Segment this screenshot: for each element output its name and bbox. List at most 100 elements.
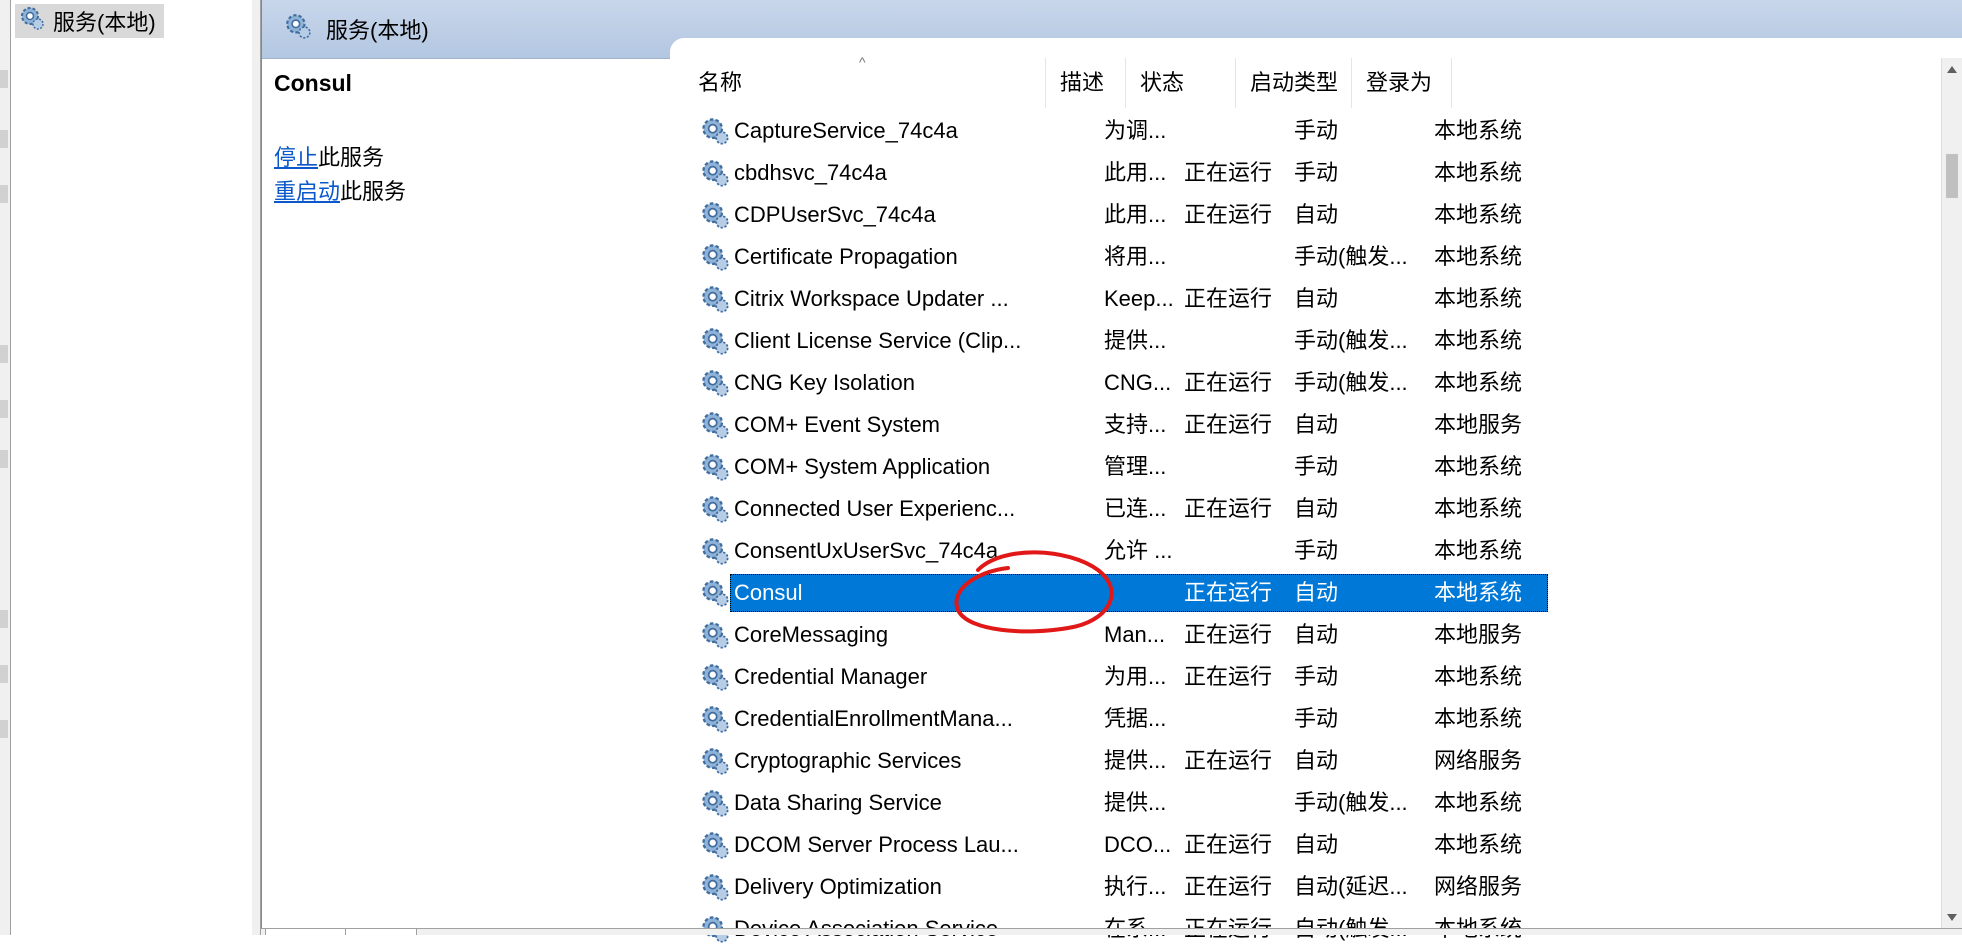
cell-description: 为调...: [1104, 118, 1167, 143]
cell-logon-as: 本地系统: [1434, 580, 1523, 605]
selected-service-title: Consul: [274, 70, 352, 96]
cell-description: 凭据...: [1104, 706, 1167, 731]
cell-status: 正在运行: [1184, 622, 1273, 647]
cell-startup-type: 自动: [1294, 622, 1339, 647]
cell-description: CNG...: [1104, 370, 1172, 395]
cell-description: 为用...: [1104, 664, 1167, 689]
scroll-up-icon[interactable]: [1947, 66, 1957, 73]
cell-logon-as: 本地系统: [1434, 706, 1523, 731]
cell-name: COM+ System Application: [734, 454, 991, 479]
table-row[interactable]: CredentialEnrollmentMana... 凭据... 手动 本地系统: [684, 698, 1548, 740]
restart-service-suffix: 此服务: [340, 179, 407, 204]
cell-name: COM+ Event System: [734, 412, 941, 437]
tree-item-label: 服务(本地): [53, 10, 156, 35]
cell-description: 执行...: [1104, 874, 1167, 899]
cell-status: [1184, 236, 1294, 278]
table-row[interactable]: CNG Key Isolation CNG... 正在运行 手动(触发... 本地系统: [684, 362, 1548, 404]
column-header-logon-as[interactable]: 登录为: [1352, 58, 1452, 108]
cell-status: 正在运行: [1184, 286, 1273, 311]
table-row[interactable]: Citrix Workspace Updater ... Keep... 正在运行自…: [684, 278, 1548, 320]
gear-icon: [700, 326, 730, 362]
gear-icon: [700, 158, 730, 194]
gear-icon: [700, 620, 730, 656]
table-row[interactable]: cbdhsvc_74c4a 此用... 正在运行 手动 本地系统: [684, 152, 1548, 194]
table-row[interactable]: CaptureService_74c4a 为调... 手动 本地系统: [684, 110, 1548, 152]
column-header-status[interactable]: 状态: [1126, 58, 1236, 108]
gear-icon: [700, 200, 730, 236]
table-row[interactable]: COM+ Event System 支持... 正在运行 自动 本地服务: [684, 404, 1548, 446]
cell-status: [1184, 698, 1294, 740]
services-list: ^ 名称 描述 状态 启动类型 登录为 CaptureService_74c4a…: [684, 54, 1548, 950]
tab-standard[interactable]: [345, 928, 417, 935]
cell-startup-type: 手动: [1294, 454, 1339, 479]
tab-extended[interactable]: [265, 928, 347, 935]
stop-service-link[interactable]: 停止: [274, 145, 318, 170]
stop-service-suffix: 此服务: [318, 145, 385, 170]
table-row[interactable]: DCOM Server Process Lau... DCO... 正在运行 自动 本地…: [684, 824, 1548, 866]
cell-logon-as: 本地系统: [1434, 202, 1523, 227]
cell-logon-as: 本地系统: [1434, 328, 1523, 353]
cell-name: Cryptographic Services: [734, 748, 962, 773]
column-header-startup-type[interactable]: 启动类型: [1236, 58, 1352, 108]
cell-logon-as: 本地系统: [1434, 664, 1523, 689]
restart-service-action: 重启动此服务: [274, 175, 664, 209]
cell-logon-as: 本地系统: [1434, 538, 1523, 563]
restart-service-link[interactable]: 重启动: [274, 179, 340, 204]
gear-icon: [700, 368, 730, 404]
cell-description: 将用...: [1104, 244, 1167, 269]
cell-startup-type: 自动: [1294, 412, 1339, 437]
cell-logon-as: 本地系统: [1434, 454, 1523, 479]
cell-description: 支持...: [1104, 412, 1167, 437]
cell-description: Keep...: [1104, 286, 1174, 311]
cell-status: [1184, 446, 1294, 488]
gear-icon: [700, 116, 730, 152]
cell-description: 已连...: [1104, 496, 1167, 521]
cell-description: 此用...: [1104, 160, 1167, 185]
table-row[interactable]: Connected User Experienc... 已连... 正在运行 自动 本地…: [684, 488, 1548, 530]
cell-logon-as: 本地系统: [1434, 286, 1523, 311]
scroll-down-icon[interactable]: [1947, 914, 1957, 921]
pane-splitter[interactable]: [252, 0, 261, 935]
table-row[interactable]: Data Sharing Service 提供... 手动(触发... 本地系统: [684, 782, 1548, 824]
cell-status: 正在运行: [1184, 580, 1273, 605]
cell-startup-type: 手动(触发...: [1294, 328, 1408, 353]
cell-startup-type: 自动: [1294, 748, 1339, 773]
tree-item-services-local[interactable]: 服务(本地): [15, 4, 164, 38]
cell-logon-as: 本地服务: [1434, 412, 1523, 437]
cell-status: 正在运行: [1184, 832, 1273, 857]
cell-startup-type: 手动: [1294, 538, 1339, 563]
cell-startup-type: 手动(触发...: [1294, 370, 1408, 395]
gear-icon: [700, 536, 730, 572]
gear-icon: [19, 5, 45, 37]
gear-icon: [700, 704, 730, 740]
column-header-name[interactable]: 名称: [684, 58, 1046, 108]
cell-description: 提供...: [1104, 748, 1167, 773]
cell-status: [1184, 530, 1294, 572]
cell-status: [1184, 320, 1294, 362]
column-header-description[interactable]: 描述: [1046, 58, 1126, 108]
table-row[interactable]: Credential Manager 为用... 正在运行 手动 本地系统: [684, 656, 1548, 698]
cell-status: 正在运行: [1184, 160, 1273, 185]
cell-status: 正在运行: [1184, 370, 1273, 395]
table-row[interactable]: COM+ System Application 管理... 手动 本地系统: [684, 446, 1548, 488]
scrollbar-thumb[interactable]: [1946, 154, 1958, 198]
cell-startup-type: 自动(延迟...: [1294, 874, 1408, 899]
gear-icon: [700, 452, 730, 488]
cut-off-left-panel: [0, 0, 11, 935]
cell-name: cbdhsvc_74c4a: [734, 160, 887, 185]
cell-startup-type: 手动: [1294, 118, 1339, 143]
cell-name: Client License Service (Clip...: [734, 328, 1022, 353]
vertical-scrollbar[interactable]: [1941, 58, 1962, 935]
cell-status: 正在运行: [1184, 664, 1273, 689]
table-row[interactable]: CDPUserSvc_74c4a 此用... 正在运行 自动 本地系统: [684, 194, 1548, 236]
table-row[interactable]: Client License Service (Clip... 提供... 手动(触…: [684, 320, 1548, 362]
cell-name: CDPUserSvc_74c4a: [734, 202, 936, 227]
table-row[interactable]: Cryptographic Services 提供... 正在运行 自动 网络服务: [684, 740, 1548, 782]
cell-status: 正在运行: [1184, 496, 1273, 521]
table-row[interactable]: Certificate Propagation 将用... 手动(触发... 本地系统: [684, 236, 1548, 278]
column-header-row: ^ 名称 描述 状态 启动类型 登录为: [684, 54, 1548, 110]
pane-header-title: 服务(本地): [326, 18, 429, 43]
cell-logon-as: 网络服务: [1434, 874, 1523, 899]
table-row[interactable]: Delivery Optimization 执行... 正在运行 自动(延迟... 网络…: [684, 866, 1548, 908]
service-description-panel: Consul 停止此服务 重启动此服务: [274, 70, 664, 209]
